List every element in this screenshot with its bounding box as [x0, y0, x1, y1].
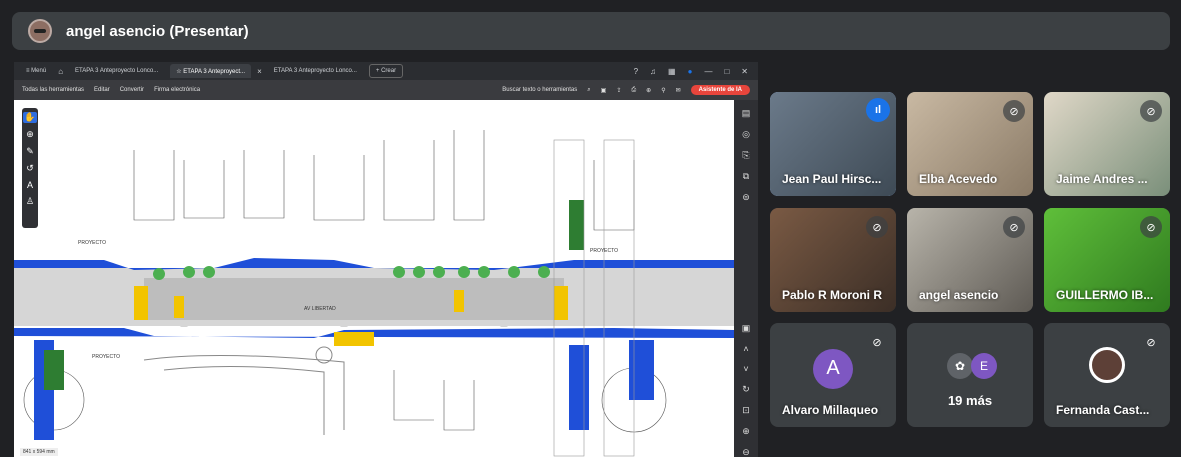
convert-menu[interactable]: Convertir	[120, 87, 144, 93]
more-participants-tile[interactable]: ✿ E 19 más	[907, 323, 1033, 427]
participant-tile[interactable]: ⊘ Fernanda Cast...	[1044, 323, 1170, 427]
layers-icon[interactable]: ◎	[742, 129, 750, 140]
tools-menu[interactable]: Todas las herramientas	[22, 87, 84, 93]
tab-1[interactable]: ETAPA 3 Anteproyecto Lonco...	[69, 64, 164, 78]
tab-2[interactable]: ☆ ETAPA 3 Anteproyect...	[170, 64, 252, 78]
menu-tab[interactable]: ≡ Menú	[20, 64, 52, 78]
stamp-tool-icon[interactable]: ♙	[26, 196, 34, 207]
page-icon[interactable]: ▣	[742, 323, 751, 334]
mic-off-icon: ⊘	[1140, 331, 1162, 353]
presenter-bar: angel asencio (Presentar)	[12, 12, 1170, 50]
share-icon[interactable]: ⇪	[616, 87, 621, 94]
project-label-right: PROYECTO	[590, 248, 618, 254]
project-label-left: PROYECTO	[78, 240, 106, 246]
profile-icon[interactable]: ●	[688, 67, 693, 76]
participant-name: Elba Acevedo	[919, 172, 998, 186]
help-icon[interactable]: ?	[634, 67, 638, 76]
browser-tabbar: ≡ Menú ⌂ ETAPA 3 Anteproyecto Lonco... ☆…	[14, 62, 758, 80]
mic-off-icon: ⊘	[1003, 216, 1025, 238]
pen-tool-icon[interactable]: ✎	[26, 146, 34, 157]
fit-icon[interactable]: ⊡	[742, 405, 750, 416]
comment-icon[interactable]: ▤	[742, 108, 751, 119]
participant-tile[interactable]: ⊘ GUILLERMO IB...	[1044, 208, 1170, 312]
mic-off-icon: ⊘	[866, 331, 888, 353]
participant-name: Jean Paul Hirsc...	[782, 172, 882, 186]
mail-icon[interactable]: ✉	[676, 87, 681, 94]
participant-avatar: E	[971, 353, 997, 379]
apps-icon[interactable]: ▦	[668, 67, 676, 76]
participant-tile[interactable]: ⊘ Jaime Andres ...	[1044, 92, 1170, 196]
maximize-icon[interactable]: □	[724, 67, 729, 76]
participant-tile[interactable]: ⊘ Elba Acevedo	[907, 92, 1033, 196]
edit-menu[interactable]: Editar	[94, 87, 110, 93]
mic-off-icon: ⊘	[1140, 216, 1162, 238]
participant-avatar	[1089, 346, 1125, 383]
scroll-up-icon[interactable]: ˄	[743, 344, 748, 354]
save-icon[interactable]: ▣	[601, 87, 607, 94]
tab-3[interactable]: ETAPA 3 Anteproyecto Lonco...	[268, 64, 363, 78]
zoom-tool-icon[interactable]: ⊕	[26, 129, 34, 140]
shared-screen[interactable]: ≡ Menú ⌂ ETAPA 3 Anteproyecto Lonco... ☆…	[14, 62, 758, 457]
mic-off-icon: ⊘	[1003, 100, 1025, 122]
project-label-bottom: PROYECTO	[92, 354, 120, 360]
pdf-toolbar: Todas las herramientas Editar Convertir …	[14, 80, 758, 100]
presenter-avatar	[28, 19, 52, 43]
participant-tile[interactable]: ıl Jean Paul Hirsc...	[770, 92, 896, 196]
text-tool-icon[interactable]: A	[27, 180, 33, 190]
window-controls: ? ♫ ▦ ● — □ ✕	[634, 67, 758, 76]
select-tool-icon[interactable]: ✋	[23, 112, 37, 123]
zoom-in-icon[interactable]: ⊕	[742, 426, 750, 437]
mic-off-icon: ⊘	[866, 216, 888, 238]
participant-name: angel asencio	[919, 288, 999, 302]
close-tab-icon[interactable]: ×	[257, 67, 262, 76]
participant-avatar: A	[813, 348, 853, 389]
zoom-out-icon[interactable]: ⊖	[742, 447, 750, 457]
participant-name: GUILLERMO IB...	[1056, 288, 1154, 302]
right-tool-rail: ▤ ◎ ⎘ ⧉ ⊜ ▣ ˄ ˅ ↻ ⊡ ⊕ ⊖	[734, 100, 758, 457]
street-label: AV LIBERTAD	[304, 306, 336, 312]
lasso-tool-icon[interactable]: ↺	[26, 163, 34, 174]
more-count: 19 más	[947, 393, 993, 408]
sign-menu[interactable]: Firma electrónica	[154, 87, 200, 93]
search-icon[interactable]: ⌕	[587, 87, 590, 94]
close-icon[interactable]: ✕	[741, 67, 748, 76]
bookmark-icon[interactable]: ⎘	[742, 150, 749, 161]
participant-name: Jaime Andres ...	[1056, 172, 1148, 186]
participant-tile[interactable]: ⊘ angel asencio	[907, 208, 1033, 312]
participant-tile[interactable]: A ⊘ Alvaro Millaqueo	[770, 323, 896, 427]
page-size-status: 841 x 594 mm	[20, 448, 58, 456]
create-tab[interactable]: + Crear	[368, 64, 404, 78]
home-icon[interactable]: ⌂	[58, 67, 63, 76]
link-icon[interactable]: ⚲	[661, 87, 665, 94]
rotate-icon[interactable]: ↻	[742, 384, 750, 395]
participant-name: Pablo R Moroni R	[782, 288, 882, 302]
bell-icon[interactable]: ♫	[650, 67, 656, 76]
speaking-icon: ıl	[866, 98, 890, 122]
presenter-title: angel asencio (Presentar)	[66, 22, 249, 40]
zoom-icon[interactable]: ⊕	[646, 87, 651, 94]
participant-name: Alvaro Millaqueo	[782, 403, 879, 417]
mic-off-icon: ⊘	[1140, 100, 1162, 122]
print-icon[interactable]: ⎙	[631, 87, 636, 94]
ai-assistant-button[interactable]: Asistente de IA	[690, 85, 750, 95]
settings-icon[interactable]: ⊜	[742, 192, 750, 203]
site-plan-drawing	[14, 130, 734, 457]
scroll-down-icon[interactable]: ˅	[743, 364, 748, 374]
copy-icon[interactable]: ⧉	[743, 171, 749, 182]
group-avatar: ✿	[947, 353, 973, 379]
annotation-toolbar: ✋ ⊕ ✎ ↺ A ♙	[22, 108, 38, 228]
minimize-icon[interactable]: —	[704, 67, 712, 76]
participant-name: Fernanda Cast...	[1056, 403, 1150, 417]
participant-tile[interactable]: ⊘ Pablo R Moroni R	[770, 208, 896, 312]
search-tools[interactable]: Buscar texto o herramientas	[502, 87, 577, 93]
pdf-document[interactable]: AV LIBERTAD PROYECTO PROYECTO PROYECTO ✋…	[14, 100, 758, 457]
